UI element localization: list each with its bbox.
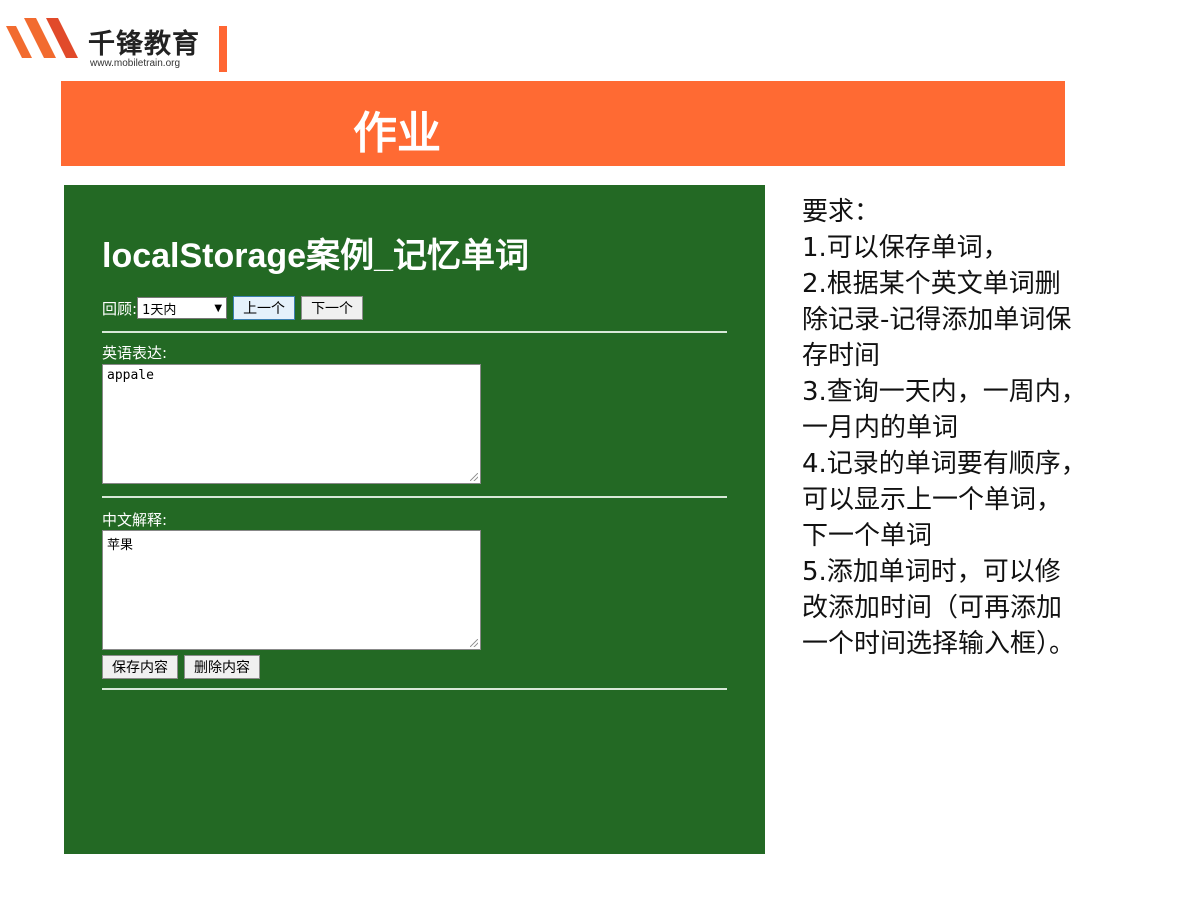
req-line: 可以显示上一个单词， — [802, 485, 1063, 515]
req-line: 3.查询一天内，一周内， — [802, 377, 1087, 407]
review-select[interactable]: 1天内 ▼ — [137, 297, 228, 319]
logo-name: 千锋教育 — [88, 29, 200, 60]
chinese-value: 苹果 — [107, 538, 134, 553]
logo-url: www.mobiletrain.org — [90, 58, 181, 69]
action-buttons: 保存内容 删除内容 — [102, 655, 260, 679]
chinese-textarea[interactable]: 苹果 — [102, 530, 481, 650]
chevron-down-icon: ▼ — [214, 302, 223, 314]
page-title: 作业 — [353, 108, 441, 159]
resize-grip-icon[interactable] — [470, 639, 478, 647]
req-line: 2.根据某个英文单词删 — [802, 269, 1061, 299]
review-row: 回顾: 1天内 ▼ 上一个 下一个 — [102, 295, 364, 321]
english-textarea[interactable]: appale — [102, 364, 481, 484]
req-line: 一月内的单词 — [802, 413, 959, 443]
req-line: 下一个单词 — [802, 521, 933, 551]
delete-button[interactable]: 删除内容 — [184, 655, 260, 679]
header-bar: 作业 — [61, 81, 1065, 166]
prev-button[interactable]: 上一个 — [233, 296, 296, 320]
req-line: 改添加时间（可再添加 — [802, 593, 1063, 623]
next-button[interactable]: 下一个 — [301, 296, 364, 320]
req-line: 5.添加单词时，可以修 — [802, 557, 1061, 587]
resize-grip-icon[interactable] — [470, 473, 478, 481]
english-value: appale — [107, 368, 154, 383]
english-label: 英语表达: — [102, 344, 168, 362]
req-line: 一个时间选择输入框）。 — [802, 629, 1076, 659]
review-select-value: 1天内 — [142, 302, 177, 318]
req-line: 要求： — [802, 197, 881, 227]
logo-stripes-icon — [6, 18, 78, 58]
divider — [102, 688, 727, 690]
req-line: 除记录-记得添加单词保 — [802, 305, 1072, 335]
divider — [102, 496, 727, 498]
save-button[interactable]: 保存内容 — [102, 655, 178, 679]
req-line: 存时间 — [802, 341, 881, 371]
req-line: 1.可以保存单词， — [802, 233, 1009, 263]
demo-panel: localStorage案例_记忆单词 回顾: 1天内 ▼ 上一个 下一个 英语… — [64, 185, 765, 854]
divider — [102, 331, 727, 333]
chinese-label: 中文解释: — [102, 511, 168, 529]
logo-accent-bar — [219, 26, 227, 72]
logo: 千锋教育 www.mobiletrain.org — [6, 12, 227, 72]
requirements-text: 要求： 1.可以保存单词， 2.根据某个英文单词删 除记录-记得添加单词保 存时… — [802, 194, 1132, 662]
review-label: 回顾: — [102, 299, 138, 318]
demo-title: localStorage案例_记忆单词 — [102, 237, 529, 275]
req-line: 4.记录的单词要有顺序， — [802, 449, 1087, 479]
